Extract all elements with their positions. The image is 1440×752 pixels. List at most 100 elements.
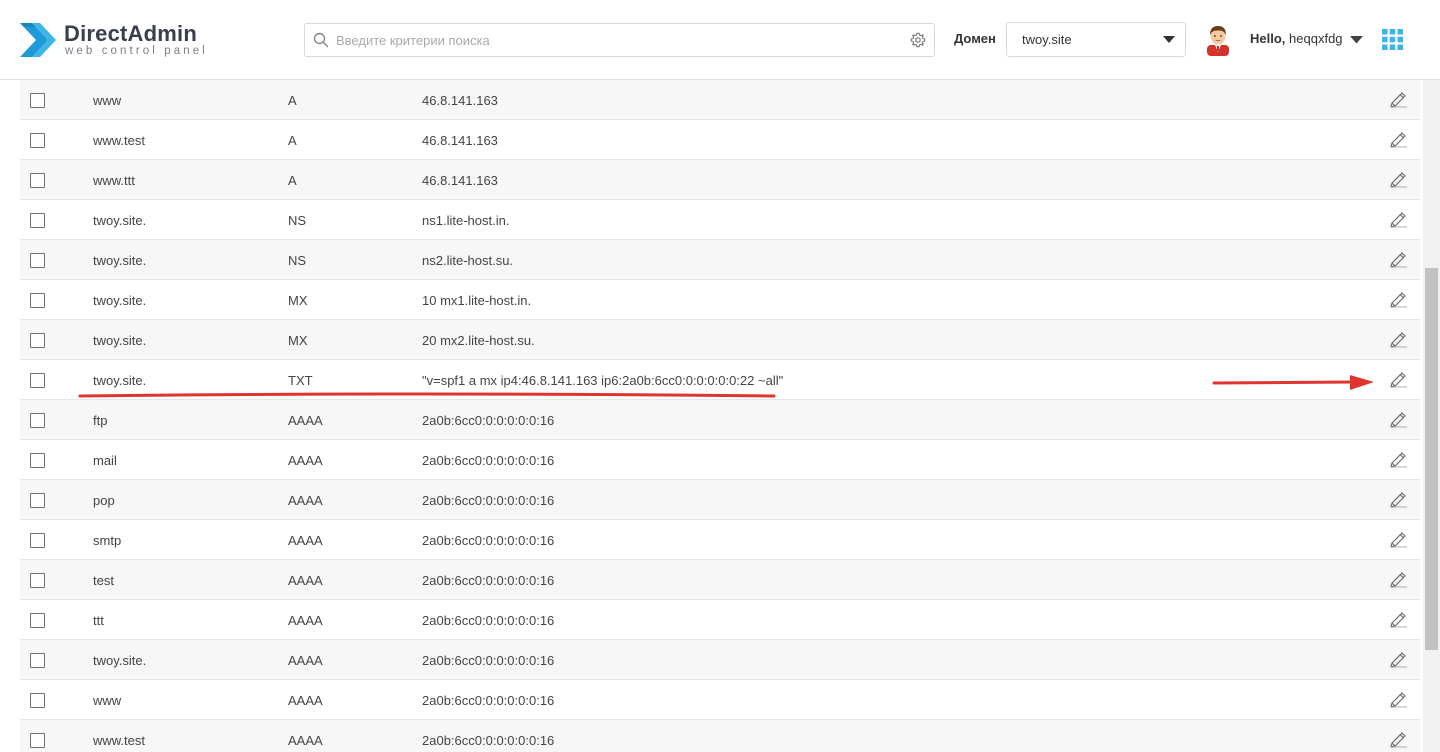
edit-pencil-icon[interactable]	[1388, 330, 1408, 350]
table-row: www.test A 46.8.141.163	[20, 120, 1420, 160]
record-type: NS	[288, 213, 307, 228]
chevron-down-icon	[1163, 36, 1175, 43]
record-type: A	[288, 93, 297, 108]
user-avatar[interactable]	[1204, 24, 1232, 56]
edit-pencil-icon[interactable]	[1388, 370, 1408, 390]
record-name: twoy.site.	[93, 253, 147, 268]
record-name: www.test	[93, 133, 146, 148]
record-type: TXT	[288, 373, 313, 388]
edit-pencil-icon[interactable]	[1388, 410, 1408, 430]
logo-title: DirectAdmin	[64, 21, 197, 46]
row-checkbox[interactable]	[30, 653, 45, 668]
record-type: AAAA	[288, 453, 323, 468]
record-name: www.test	[93, 733, 146, 748]
table-row: www.ttt A 46.8.141.163	[20, 160, 1420, 200]
record-value: 2a0b:6cc0:0:0:0:0:0:16	[422, 733, 555, 748]
record-type: AAAA	[288, 613, 323, 628]
row-checkbox[interactable]	[30, 613, 45, 628]
greeting-text: Hello,	[1250, 31, 1286, 46]
table-row: twoy.site. AAAA 2a0b:6cc0:0:0:0:0:0:16	[20, 640, 1420, 680]
record-value: ns1.lite-host.in.	[422, 213, 510, 228]
row-checkbox[interactable]	[30, 573, 45, 588]
edit-pencil-icon[interactable]	[1388, 170, 1408, 190]
edit-pencil-icon[interactable]	[1388, 530, 1408, 550]
edit-pencil-icon[interactable]	[1388, 450, 1408, 470]
row-checkbox[interactable]	[30, 693, 45, 708]
table-row: smtp AAAA 2a0b:6cc0:0:0:0:0:0:16	[20, 520, 1420, 560]
edit-pencil-icon[interactable]	[1388, 570, 1408, 590]
table-row: www.test AAAA 2a0b:6cc0:0:0:0:0:0:16	[20, 720, 1420, 752]
directadmin-logo-icon	[20, 23, 56, 57]
logo-subtitle: web control panel	[65, 45, 208, 57]
record-name: ttt	[93, 613, 104, 628]
table-row: twoy.site. NS ns1.lite-host.in.	[20, 200, 1420, 240]
record-type: AAAA	[288, 413, 323, 428]
edit-pencil-icon[interactable]	[1388, 690, 1408, 710]
record-name: twoy.site.	[93, 653, 147, 668]
row-checkbox[interactable]	[30, 373, 45, 388]
user-greeting[interactable]: Hello, heqqxfdg	[1250, 31, 1343, 46]
record-name: test	[93, 573, 114, 588]
table-row: www AAAA 2a0b:6cc0:0:0:0:0:0:16	[20, 680, 1420, 720]
table-row: twoy.site. NS ns2.lite-host.su.	[20, 240, 1420, 280]
row-checkbox[interactable]	[30, 493, 45, 508]
record-name: twoy.site.	[93, 373, 147, 388]
edit-pencil-icon[interactable]	[1388, 730, 1408, 750]
directadmin-logo[interactable]: DirectAdmin web control panel	[18, 17, 218, 63]
row-checkbox[interactable]	[30, 453, 45, 468]
record-value: 46.8.141.163	[422, 93, 498, 108]
domain-select[interactable]: twoy.site	[1006, 22, 1186, 57]
search-box	[304, 23, 935, 57]
row-checkbox[interactable]	[30, 533, 45, 548]
search-input[interactable]	[336, 25, 896, 55]
page-scrollbar-thumb[interactable]	[1425, 268, 1438, 650]
record-type: A	[288, 173, 297, 188]
user-menu-chevron-icon[interactable]	[1350, 36, 1363, 44]
record-name: twoy.site.	[93, 333, 147, 348]
record-type: AAAA	[288, 493, 323, 508]
row-checkbox[interactable]	[30, 173, 45, 188]
edit-pencil-icon[interactable]	[1388, 130, 1408, 150]
record-name: twoy.site.	[93, 293, 147, 308]
table-row: mail AAAA 2a0b:6cc0:0:0:0:0:0:16	[20, 440, 1420, 480]
edit-pencil-icon[interactable]	[1388, 490, 1408, 510]
record-name: www	[93, 693, 122, 708]
record-value: 2a0b:6cc0:0:0:0:0:0:16	[422, 493, 555, 508]
edit-pencil-icon[interactable]	[1388, 650, 1408, 670]
record-type: AAAA	[288, 693, 323, 708]
record-type: AAAA	[288, 653, 323, 668]
record-type: AAAA	[288, 733, 323, 748]
record-value: "v=spf1 a mx ip4:46.8.141.163 ip6:2a0b:6…	[422, 373, 784, 388]
record-value: 20 mx2.lite-host.su.	[422, 333, 535, 348]
edit-pencil-icon[interactable]	[1388, 210, 1408, 230]
record-value: 10 mx1.lite-host.in.	[422, 293, 532, 308]
record-value: 2a0b:6cc0:0:0:0:0:0:16	[422, 613, 555, 628]
record-type: MX	[288, 293, 308, 308]
record-type: AAAA	[288, 573, 323, 588]
row-checkbox[interactable]	[30, 733, 45, 748]
record-value: 2a0b:6cc0:0:0:0:0:0:16	[422, 573, 555, 588]
table-row: pop AAAA 2a0b:6cc0:0:0:0:0:0:16	[20, 480, 1420, 520]
edit-pencil-icon[interactable]	[1388, 290, 1408, 310]
row-checkbox[interactable]	[30, 133, 45, 148]
gear-icon[interactable]	[910, 32, 926, 48]
row-checkbox[interactable]	[30, 253, 45, 268]
row-checkbox[interactable]	[30, 413, 45, 428]
record-value: ns2.lite-host.su.	[422, 253, 514, 268]
row-checkbox[interactable]	[30, 213, 45, 228]
edit-pencil-icon[interactable]	[1388, 250, 1408, 270]
row-checkbox[interactable]	[30, 333, 45, 348]
record-value: 2a0b:6cc0:0:0:0:0:0:16	[422, 533, 555, 548]
apps-grid-icon[interactable]	[1382, 29, 1403, 50]
table-row: test AAAA 2a0b:6cc0:0:0:0:0:0:16	[20, 560, 1420, 600]
record-name: twoy.site.	[93, 213, 147, 228]
table-row: twoy.site. TXT "v=spf1 a mx ip4:46.8.141…	[20, 360, 1420, 400]
edit-pencil-icon[interactable]	[1388, 90, 1408, 110]
row-checkbox[interactable]	[30, 93, 45, 108]
record-name: pop	[93, 493, 115, 508]
domain-label: Домен	[954, 31, 996, 46]
edit-pencil-icon[interactable]	[1388, 610, 1408, 630]
record-name: ftp	[93, 413, 108, 428]
row-checkbox[interactable]	[30, 293, 45, 308]
record-value: 2a0b:6cc0:0:0:0:0:0:16	[422, 453, 555, 468]
